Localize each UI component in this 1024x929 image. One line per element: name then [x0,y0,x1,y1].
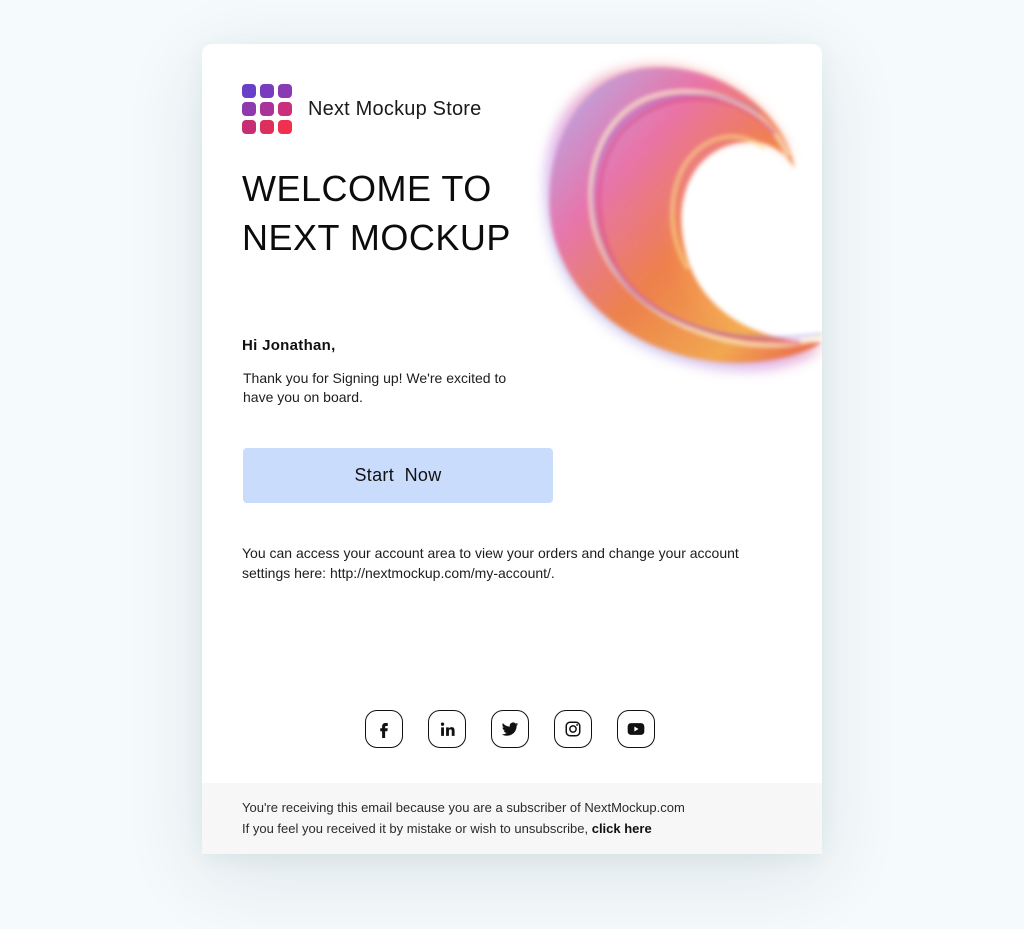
facebook-button[interactable] [365,710,403,748]
unsubscribe-link[interactable]: click here [592,821,652,836]
brand-name: Next Mockup Store [308,97,482,120]
brand-logo-icon [242,84,292,134]
social-links [365,710,655,748]
instagram-icon [565,721,581,737]
decorative-swirl-image [544,66,822,371]
facebook-icon [380,723,388,738]
page-title: WELCOME TO NEXT MOCKUP [242,164,511,262]
youtube-button[interactable] [617,710,655,748]
greeting: Hi Jonathan, [242,337,336,354]
twitter-icon [501,722,519,736]
youtube-icon [627,723,645,735]
email-card: Next Mockup Store WELCOME TO NEXT MOCKUP… [202,44,822,854]
footer-unsubscribe-text: If you feel you received it by mistake o… [242,821,592,836]
linkedin-icon [440,722,455,736]
linkedin-button[interactable] [428,710,466,748]
twitter-button[interactable] [491,710,529,748]
title-line-1: WELCOME TO [242,168,492,209]
account-info-text: You can access your account area to view… [242,545,739,581]
footer-unsubscribe-note: If you feel you received it by mistake o… [242,818,782,839]
brand-header: Next Mockup Store [242,84,481,134]
title-line-2: NEXT MOCKUP [242,217,511,258]
start-now-button[interactable]: Start Now [243,448,553,503]
instagram-button[interactable] [554,710,592,748]
intro-text: Thank you for Signing up! We're excited … [243,370,507,405]
footer-subscriber-note: You're receiving this email because you … [242,800,685,815]
email-footer: You're receiving this email because you … [202,783,822,854]
